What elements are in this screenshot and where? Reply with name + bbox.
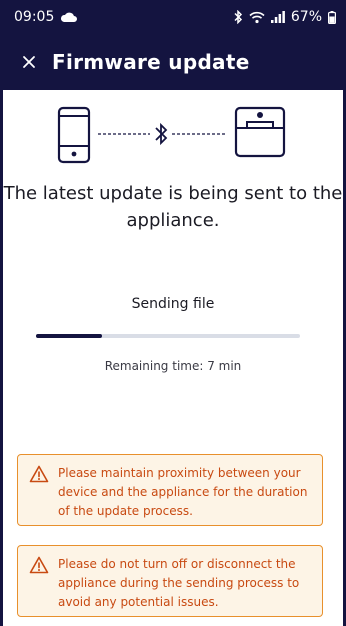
warning-proximity: Please maintain proximity between your d… <box>17 454 323 526</box>
close-icon <box>23 56 35 68</box>
warning-icon <box>29 556 49 574</box>
transfer-illustration <box>57 106 286 164</box>
progress-fill <box>36 334 102 338</box>
transfer-headline: The latest update is being sent to the a… <box>3 183 343 231</box>
left-edge-border <box>0 90 3 626</box>
cloud-icon <box>61 12 78 22</box>
status-right: 67% <box>233 9 336 25</box>
app-bar: Firmware update <box>0 34 346 90</box>
appliance-icon <box>234 106 286 158</box>
bluetooth-icon <box>234 10 242 24</box>
status-bar: 09:05 67% <box>0 0 346 34</box>
phone-icon <box>57 106 91 164</box>
wifi-icon <box>249 11 265 23</box>
status-left: 09:05 <box>14 9 78 25</box>
signal-icon <box>270 11 285 23</box>
battery-icon <box>328 10 336 24</box>
progress-bar <box>36 334 300 338</box>
status-time: 09:05 <box>14 9 55 25</box>
warning-text: Please do not turn off or disconnect the… <box>58 557 300 609</box>
page-title: Firmware update <box>52 50 250 74</box>
warning-do-not-disconnect: Please do not turn off or disconnect the… <box>17 545 323 617</box>
warning-text: Please maintain proximity between your d… <box>58 466 308 518</box>
warning-icon <box>29 465 49 483</box>
close-button[interactable] <box>20 53 38 71</box>
bluetooth-icon <box>155 122 168 146</box>
battery-percent: 67% <box>290 9 322 25</box>
sending-file-label: Sending file <box>131 296 215 312</box>
remaining-time: Remaining time: 7 min <box>104 359 242 373</box>
